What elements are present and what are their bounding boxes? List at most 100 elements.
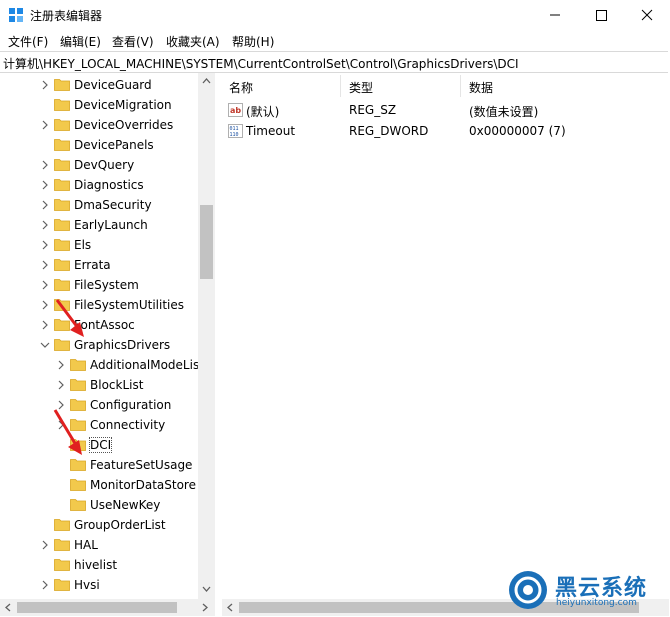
value-data: (数值未设置) <box>469 105 539 119</box>
tree-node[interactable]: MonitorDataStore <box>0 475 198 495</box>
tree-node[interactable]: GroupOrderList <box>0 515 198 535</box>
folder-icon <box>54 159 70 171</box>
tree-node[interactable]: GraphicsDrivers <box>0 335 198 355</box>
tree-node[interactable]: FileSystem <box>0 275 198 295</box>
tree-horizontal-scrollbar[interactable] <box>0 599 215 616</box>
regedit-icon <box>9 8 23 22</box>
tree-node[interactable]: DevQuery <box>0 155 198 175</box>
chevron-right-icon[interactable] <box>40 578 50 592</box>
heiyun-logo-icon <box>509 571 547 609</box>
menu-view[interactable]: 查看(V) <box>112 33 154 50</box>
address-bar[interactable]: 计算机\HKEY_LOCAL_MACHINE\SYSTEM\CurrentCon… <box>0 51 668 73</box>
tree-node-label: DevQuery <box>74 158 135 172</box>
tree-node[interactable]: DeviceGuard <box>0 75 198 95</box>
column-header-name[interactable]: 名称 <box>229 79 253 96</box>
tree-node[interactable]: hivelist <box>0 555 198 575</box>
chevron-right-icon[interactable] <box>40 238 50 252</box>
tree-node[interactable]: EarlyLaunch <box>0 215 198 235</box>
chevron-right-icon[interactable] <box>56 378 66 392</box>
chevron-right-icon[interactable] <box>40 158 50 172</box>
chevron-right-icon[interactable] <box>40 218 50 232</box>
tree-node[interactable]: HAL <box>0 535 198 555</box>
maximize-icon <box>596 10 607 21</box>
tree-scroll-thumb[interactable] <box>200 205 213 279</box>
scroll-right-icon[interactable] <box>200 602 210 613</box>
tree-node-label: DeviceOverrides <box>74 118 174 132</box>
minimize-button[interactable] <box>532 0 578 30</box>
tree-node[interactable]: UseNewKey <box>0 495 198 515</box>
chevron-right-icon[interactable] <box>40 178 50 192</box>
tree-node[interactable]: DCI <box>0 435 198 455</box>
chevron-right-icon[interactable] <box>40 538 50 552</box>
tree-node-label: AdditionalModeLis <box>90 358 200 372</box>
tree-node[interactable]: DeviceOverrides <box>0 115 198 135</box>
tree-node[interactable]: DevicePanels <box>0 135 198 155</box>
menu-file[interactable]: 文件(F) <box>8 33 48 50</box>
scroll-down-icon[interactable] <box>201 584 212 594</box>
chevron-right-icon[interactable] <box>56 398 66 412</box>
tree-node[interactable]: Hvsi <box>0 575 198 595</box>
tree-node-label: FontAssoc <box>74 318 135 332</box>
folder-icon <box>54 539 70 551</box>
tree-node[interactable]: Els <box>0 235 198 255</box>
tree-node[interactable]: DmaSecurity <box>0 195 198 215</box>
tree-node[interactable]: Diagnostics <box>0 175 198 195</box>
tree-node-label: DevicePanels <box>74 138 154 152</box>
folder-icon <box>70 359 86 371</box>
tree-node[interactable]: FontAssoc <box>0 315 198 335</box>
tree-node[interactable]: Configuration <box>0 395 198 415</box>
folder-icon <box>54 79 70 91</box>
tree-node-label: DCI <box>88 437 113 453</box>
folder-icon <box>54 179 70 191</box>
chevron-right-icon[interactable] <box>40 278 50 292</box>
chevron-right-icon[interactable] <box>56 418 66 432</box>
chevron-right-icon[interactable] <box>40 78 50 92</box>
list-item[interactable]: ab (默认) REG_SZ (数值未设置) <box>222 100 669 120</box>
scroll-left-icon[interactable] <box>225 602 235 613</box>
tree-node-label: UseNewKey <box>90 498 161 512</box>
tree-node[interactable]: AdditionalModeLis <box>0 355 200 375</box>
column-header-data[interactable]: 数据 <box>469 79 493 96</box>
tree-hscroll-thumb[interactable] <box>17 602 177 613</box>
tree-node-label: DmaSecurity <box>74 198 152 212</box>
address-path[interactable]: 计算机\HKEY_LOCAL_MACHINE\SYSTEM\CurrentCon… <box>3 55 519 72</box>
column-header-type[interactable]: 类型 <box>349 79 373 96</box>
tree-node-label: Configuration <box>90 398 172 412</box>
chevron-right-icon[interactable] <box>40 298 50 312</box>
chevron-right-icon[interactable] <box>40 198 50 212</box>
column-divider[interactable] <box>340 75 341 97</box>
tree-node[interactable]: DeviceMigration <box>0 95 198 115</box>
close-button[interactable] <box>624 0 670 30</box>
folder-icon <box>54 559 70 571</box>
menu-help[interactable]: 帮助(H) <box>232 33 274 50</box>
tree-node-label: FeatureSetUsage <box>90 458 193 472</box>
chevron-right-icon[interactable] <box>40 318 50 332</box>
folder-icon <box>54 219 70 231</box>
folder-icon <box>54 239 70 251</box>
tree-node[interactable]: FileSystemUtilities <box>0 295 198 315</box>
column-divider[interactable] <box>460 75 461 97</box>
tree-node-label: Connectivity <box>90 418 166 432</box>
tree-node-label: Errata <box>74 258 111 272</box>
tree-node[interactable]: Errata <box>0 255 198 275</box>
pane-splitter[interactable] <box>215 73 221 616</box>
tree-vertical-scrollbar[interactable] <box>198 73 215 599</box>
chevron-down-icon[interactable] <box>40 338 50 352</box>
tree-node-label: BlockList <box>90 378 144 392</box>
scroll-up-icon[interactable] <box>201 76 212 86</box>
chevron-right-icon[interactable] <box>40 258 50 272</box>
tree-node-label: Diagnostics <box>74 178 144 192</box>
scroll-left-icon[interactable] <box>3 602 13 613</box>
menu-favorites[interactable]: 收藏夹(A) <box>166 33 220 50</box>
tree-node[interactable]: FeatureSetUsage <box>0 455 198 475</box>
maximize-button[interactable] <box>578 0 624 30</box>
tree-node[interactable]: BlockList <box>0 375 198 395</box>
menu-edit[interactable]: 编辑(E) <box>60 33 101 50</box>
chevron-right-icon[interactable] <box>40 118 50 132</box>
value-name: (默认) <box>246 105 280 119</box>
tree-node[interactable]: Connectivity <box>0 415 198 435</box>
list-item[interactable]: 011 110 Timeout REG_DWORD 0x00000007 (7) <box>222 121 669 141</box>
chevron-right-icon[interactable] <box>56 358 66 372</box>
tree-node-label: HAL <box>74 538 98 552</box>
tree-node-label: GraphicsDrivers <box>74 338 171 352</box>
